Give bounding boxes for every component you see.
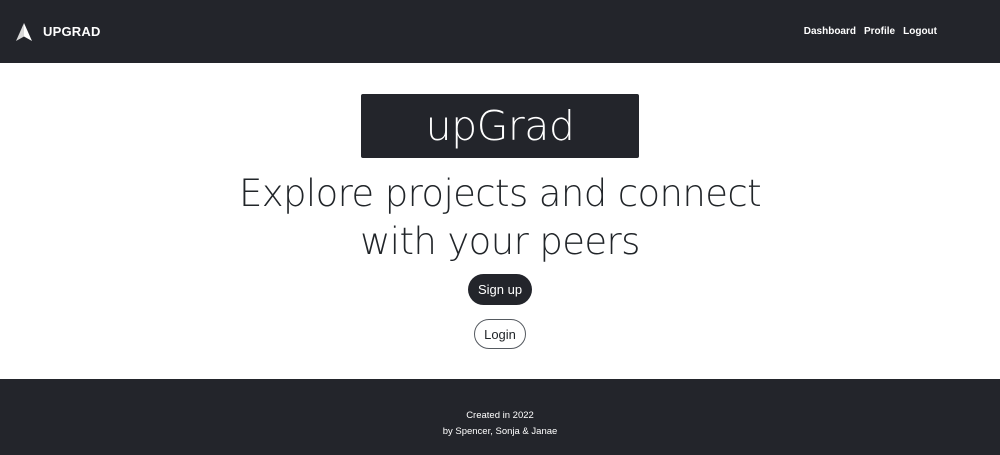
footer-authors-text: by Spencer, Sonja & Janae xyxy=(442,426,558,437)
page-footer: Created in 2022 by Spencer, Sonja & Jana… xyxy=(0,379,1000,455)
hero-logo-box: upGrad xyxy=(361,94,639,158)
brand-name: UPGRAD xyxy=(43,24,101,39)
brand-link[interactable]: UPGRAD xyxy=(14,22,101,42)
nav-links: Dashboard Profile Logout xyxy=(796,0,937,63)
mountain-peak-icon xyxy=(14,22,34,42)
hero-logo-text: upGrad xyxy=(425,101,575,150)
signup-button[interactable]: Sign up xyxy=(468,274,532,305)
login-button[interactable]: Login xyxy=(474,319,526,349)
nav-link-profile[interactable]: Profile xyxy=(864,26,895,37)
hero-headline: Explore projects and connect with your p… xyxy=(238,172,762,263)
nav-link-logout[interactable]: Logout xyxy=(903,26,937,37)
top-navbar: UPGRAD Dashboard Profile Logout xyxy=(0,0,1000,63)
footer-created-text: Created in 2022 xyxy=(466,410,534,421)
nav-link-dashboard[interactable]: Dashboard xyxy=(804,26,856,37)
